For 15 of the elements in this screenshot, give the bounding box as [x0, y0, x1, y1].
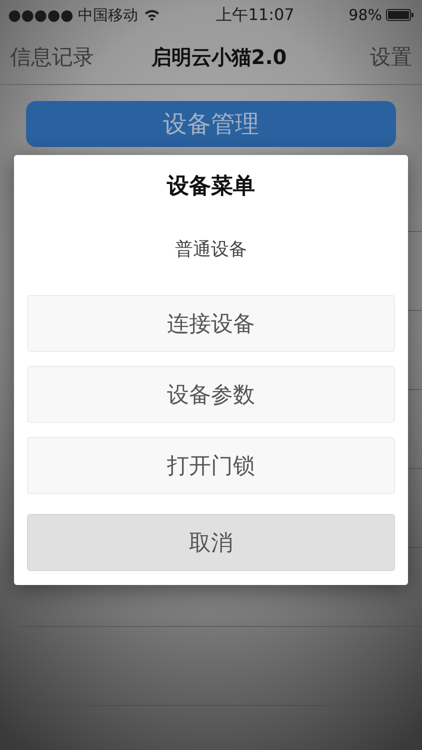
settings-link[interactable]: 设置 — [370, 43, 412, 71]
app-title: 启明云小猫2.0 — [151, 44, 287, 70]
menu-option-button[interactable]: 打开门锁 — [27, 437, 395, 494]
wifi-icon — [144, 9, 160, 21]
menu-option-button[interactable]: 设备参数 — [27, 366, 395, 423]
battery-icon — [386, 9, 414, 21]
dialog-title: 设备菜单 — [167, 173, 255, 201]
dialog-subtitle: 普通设备 — [175, 238, 247, 261]
cancel-button[interactable]: 取消 — [27, 514, 395, 571]
info-log-link[interactable]: 信息记录 — [10, 43, 94, 71]
device-management-button[interactable]: 设备管理 — [26, 101, 396, 147]
clock-label: 上午11:07 — [216, 4, 294, 26]
menu-option-button[interactable]: 连接设备 — [27, 295, 395, 352]
carrier-label: ●●●●● 中国移动 — [8, 6, 138, 24]
battery-label: 98% — [348, 6, 382, 24]
